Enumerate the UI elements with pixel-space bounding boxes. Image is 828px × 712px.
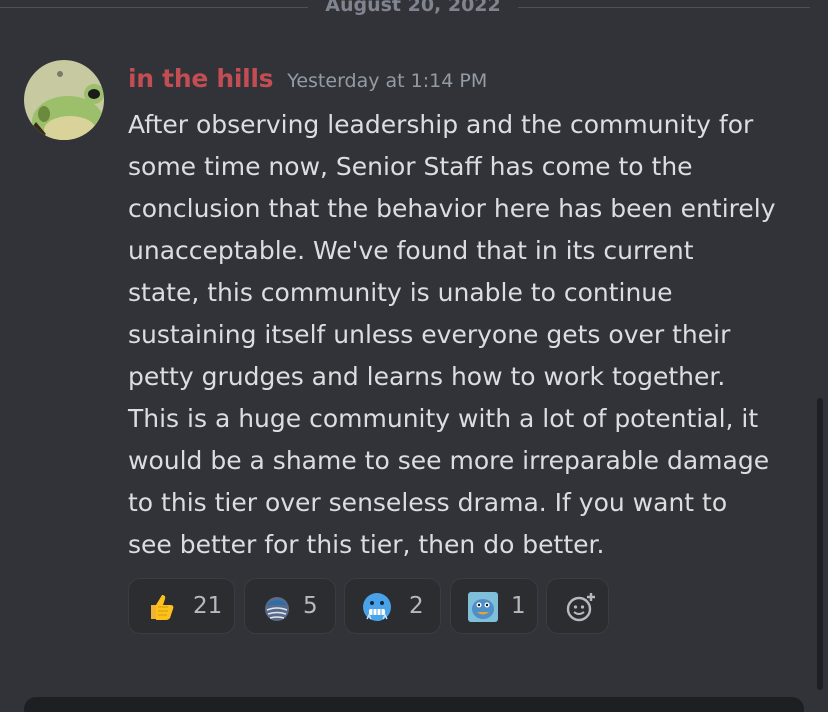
- creature-sticker-emoji-icon: [468, 592, 498, 622]
- message-line: some time now, Senior Staff has come to …: [128, 152, 693, 181]
- message-line: to this tier over senseless drama. If yo…: [128, 488, 728, 517]
- message-line: sustaining itself unless everyone gets o…: [128, 320, 731, 349]
- wave-ball-emoji-icon: [265, 597, 289, 621]
- message-header: in the hills Yesterday at 1:14 PM: [128, 64, 487, 100]
- reaction-count: 21: [193, 593, 223, 619]
- cold-face-emoji-icon: [363, 593, 391, 621]
- reaction-thumbs-up[interactable]: 21: [128, 578, 235, 634]
- divider-line-right: [518, 7, 810, 8]
- reaction-cold-face[interactable]: 2: [344, 578, 441, 634]
- message-timestamp[interactable]: Yesterday at 1:14 PM: [287, 70, 487, 92]
- add-reaction-icon: [566, 593, 595, 622]
- frog-avatar-icon: [24, 60, 104, 140]
- add-reaction-button[interactable]: [546, 578, 609, 634]
- divider-line-left: [0, 7, 308, 8]
- message-line: unacceptable. We've found that in its cu…: [128, 236, 694, 265]
- message-content: After observing leadership and the commu…: [128, 104, 818, 566]
- avatar[interactable]: [24, 60, 104, 140]
- message-line: see better for this tier, then do better…: [128, 530, 605, 559]
- message-line: state, this community is unable to conti…: [128, 278, 673, 307]
- message-line: This is a huge community with a lot of p…: [128, 404, 759, 433]
- chat-view: August 20, 2022 in the hills Yesterday at…: [0, 0, 828, 712]
- username[interactable]: in the hills: [128, 64, 274, 93]
- reaction-wave-ball[interactable]: 5: [244, 578, 336, 634]
- message-line: petty grudges and learns how to work tog…: [128, 362, 726, 391]
- reaction-count: 2: [409, 593, 424, 619]
- scrollbar[interactable]: [817, 398, 823, 690]
- reaction-creature-sticker[interactable]: 1: [450, 578, 538, 634]
- message-line: conclusion that the behavior here has be…: [128, 194, 776, 223]
- message-line: would be a shame to see more irreparable…: [128, 446, 770, 475]
- message-line: After observing leadership and the commu…: [128, 110, 754, 139]
- reaction-count: 1: [511, 593, 526, 619]
- thumbs-up-emoji-icon: [151, 595, 174, 620]
- reaction-count: 5: [303, 593, 318, 619]
- message-composer[interactable]: [24, 697, 804, 712]
- date-divider: August 20, 2022: [0, 0, 828, 22]
- date-divider-text: August 20, 2022: [325, 0, 501, 16]
